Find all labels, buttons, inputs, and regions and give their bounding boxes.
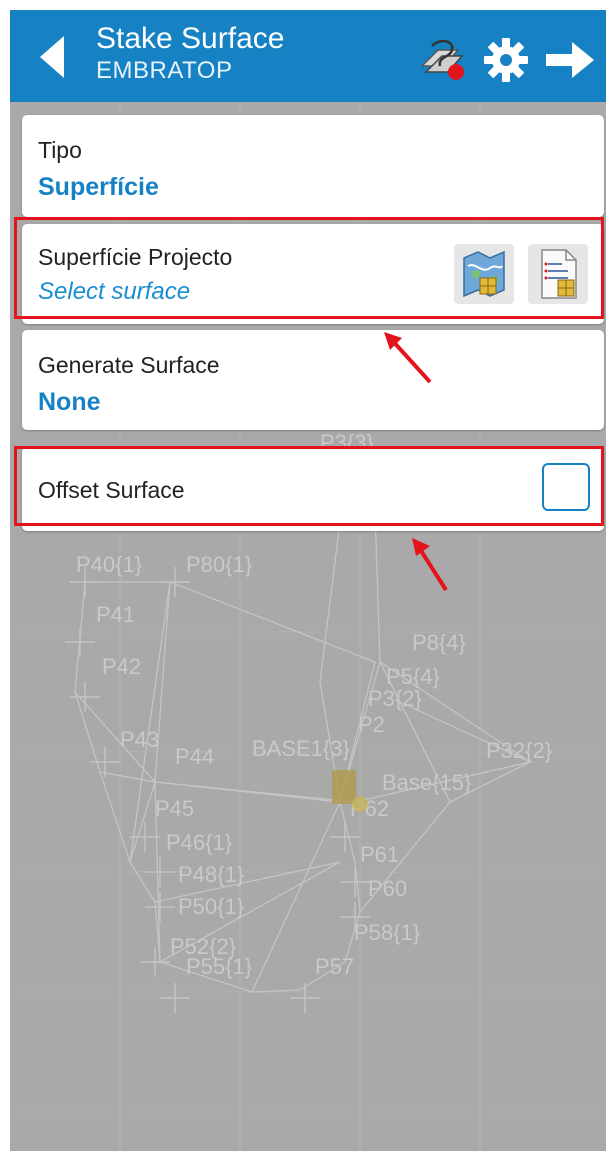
svg-text:BASE1{3}: BASE1{3}: [252, 736, 350, 761]
tipo-label: Tipo: [38, 137, 82, 163]
svg-text:P55{1}: P55{1}: [186, 954, 252, 979]
offset-surface-label: Offset Surface: [38, 477, 185, 503]
generate-surface-row[interactable]: Generate Surface None: [22, 330, 604, 430]
svg-text:P48{1}: P48{1}: [178, 862, 244, 887]
gear-icon: [484, 38, 528, 82]
select-surface-map-button[interactable]: [454, 244, 514, 304]
app-header: Stake Surface EMBRATOP: [10, 10, 606, 102]
superficie-projecto-label: Superfície Projecto: [38, 244, 233, 270]
svg-text:P2: P2: [358, 712, 385, 737]
svg-text:P32{2}: P32{2}: [486, 738, 552, 763]
map-surface-icon: [463, 250, 505, 298]
svg-text:P8{4}: P8{4}: [412, 630, 466, 655]
offset-surface-checkbox[interactable]: [542, 463, 590, 511]
page-subtitle: EMBRATOP: [96, 57, 233, 84]
svg-text:P40{1}: P40{1}: [76, 552, 142, 577]
settings-button[interactable]: [482, 36, 530, 84]
svg-text:P41: P41: [96, 602, 135, 627]
app-screen: P39 P3{3} P40{1} P80{1} P41 P42 P43 P44 …: [10, 10, 606, 1151]
back-button[interactable]: [32, 32, 72, 82]
svg-text:P45: P45: [155, 796, 194, 821]
route-map-button[interactable]: [418, 36, 468, 84]
svg-text:P50{1}: P50{1}: [178, 894, 244, 919]
svg-text:P3{2}: P3{2}: [368, 686, 422, 711]
surface-file-icon: [541, 249, 577, 299]
svg-text:P58{1}: P58{1}: [354, 920, 420, 945]
next-arrow-icon: [546, 42, 594, 78]
svg-text:Base{15}: Base{15}: [382, 770, 471, 795]
tipo-value: Superfície: [38, 173, 159, 201]
svg-text:P60: P60: [368, 876, 407, 901]
superficie-projecto-value: Select surface: [38, 278, 191, 305]
svg-text:P44: P44: [175, 744, 214, 769]
back-arrow-icon: [40, 36, 64, 78]
superficie-projecto-row[interactable]: Superfície Projecto Select surface: [22, 224, 604, 324]
svg-text:P80{1}: P80{1}: [186, 552, 252, 577]
route-map-icon: [420, 39, 464, 80]
offset-surface-row[interactable]: Offset Surface: [22, 447, 604, 531]
svg-text:P57: P57: [315, 954, 354, 979]
generate-surface-label: Generate Surface: [38, 352, 220, 378]
svg-text:P61: P61: [360, 842, 399, 867]
svg-text:P46{1}: P46{1}: [166, 830, 232, 855]
page-title: Stake Surface: [96, 22, 285, 55]
next-button[interactable]: [544, 36, 596, 84]
svg-text:P42: P42: [102, 654, 141, 679]
select-surface-file-button[interactable]: [528, 244, 588, 304]
tipo-row[interactable]: Tipo Superfície: [22, 115, 604, 217]
svg-text:P43: P43: [120, 727, 159, 752]
generate-surface-value: None: [38, 388, 101, 416]
